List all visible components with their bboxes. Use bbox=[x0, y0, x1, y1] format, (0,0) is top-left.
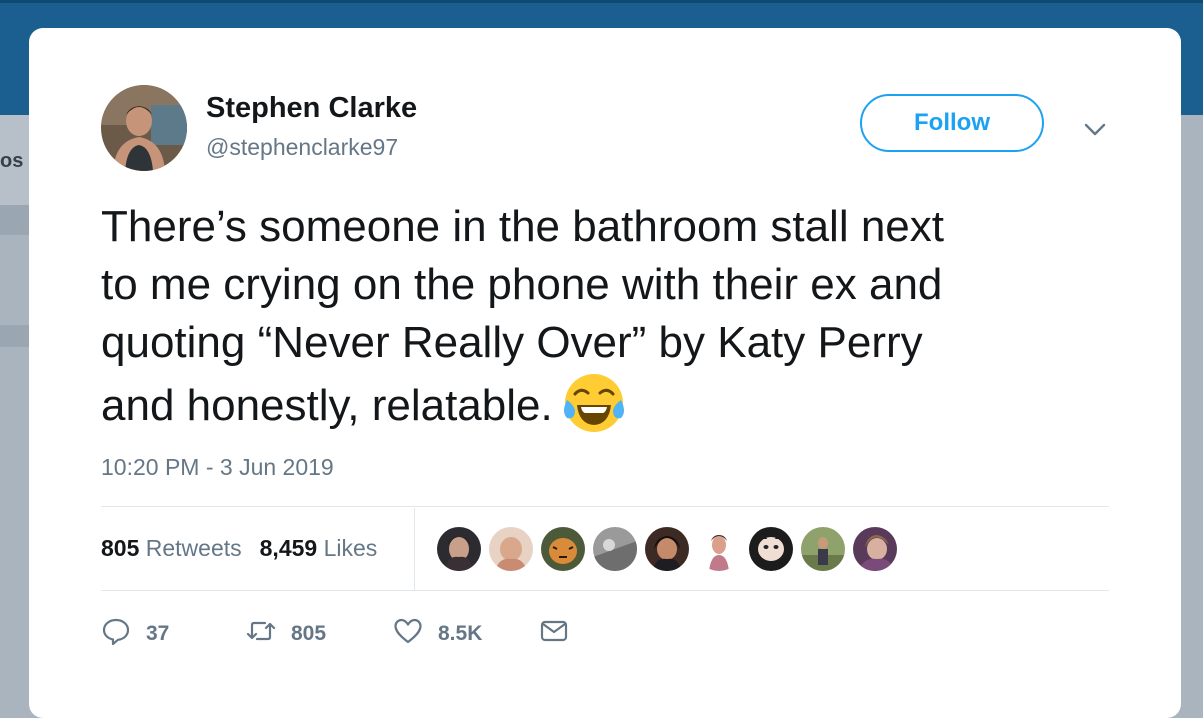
tweet-text-line-content: and honestly, relatable. bbox=[101, 381, 553, 430]
tweet-text-line: There’s someone in the bathroom stall ne… bbox=[101, 202, 944, 251]
tweet-modal: Stephen Clarke @stephenclarke97 Follow T… bbox=[29, 28, 1181, 718]
liker-avatar[interactable] bbox=[489, 527, 533, 571]
liker-avatar[interactable] bbox=[541, 527, 585, 571]
background-peek-text: os bbox=[0, 150, 24, 172]
reply-button[interactable]: 37 bbox=[101, 616, 169, 651]
like-button[interactable]: 8.5K bbox=[393, 616, 482, 651]
liker-avatar[interactable] bbox=[801, 527, 845, 571]
tweet-text: There’s someone in the bathroom stall ne… bbox=[101, 198, 1101, 435]
liker-avatar[interactable] bbox=[645, 527, 689, 571]
likes-label: Likes bbox=[323, 535, 378, 561]
heart-icon bbox=[393, 616, 423, 651]
avatar[interactable] bbox=[101, 85, 187, 171]
retweet-count: 805 bbox=[291, 621, 327, 645]
liker-avatar[interactable] bbox=[749, 527, 793, 571]
liker-avatar[interactable] bbox=[593, 527, 637, 571]
divider bbox=[101, 506, 1109, 507]
tweet-text-line: and honestly, relatable. bbox=[101, 372, 1101, 435]
reply-count: 37 bbox=[146, 621, 170, 645]
retweets-stat[interactable]: 805 Retweets bbox=[101, 535, 242, 562]
direct-message-button[interactable] bbox=[539, 616, 569, 651]
tweet-text-line: quoting “Never Really Over” by Katy Perr… bbox=[101, 318, 923, 367]
avatar-photo bbox=[101, 85, 187, 171]
background-top-line bbox=[0, 0, 1203, 3]
like-count: 8.5K bbox=[438, 621, 483, 645]
retweets-label: Retweets bbox=[145, 535, 242, 561]
envelope-icon bbox=[539, 616, 569, 651]
tweet-timestamp[interactable]: 10:20 PM - 3 Jun 2019 bbox=[101, 454, 334, 481]
likes-count: 8,459 bbox=[259, 535, 318, 561]
tweet-text-line: to me crying on the phone with their ex … bbox=[101, 260, 943, 309]
divider bbox=[101, 590, 1109, 591]
liker-avatar[interactable] bbox=[853, 527, 897, 571]
stats-divider bbox=[414, 508, 415, 590]
reply-icon bbox=[101, 616, 131, 651]
follow-button[interactable]: Follow bbox=[860, 94, 1044, 152]
chevron-down-icon[interactable] bbox=[1082, 116, 1108, 142]
engagement-stats: 805 Retweets 8,459 Likes bbox=[101, 535, 395, 562]
retweet-icon bbox=[246, 616, 276, 651]
liker-avatar[interactable] bbox=[697, 527, 741, 571]
author-name[interactable]: Stephen Clarke bbox=[206, 92, 417, 125]
likes-stat[interactable]: 8,459 Likes bbox=[260, 535, 378, 562]
retweets-count: 805 bbox=[101, 535, 140, 561]
liker-avatar[interactable] bbox=[437, 527, 481, 571]
author-handle[interactable]: @stephenclarke97 bbox=[206, 134, 398, 161]
tears-of-joy-emoji-icon bbox=[563, 372, 625, 434]
retweet-button[interactable]: 805 bbox=[246, 616, 326, 651]
